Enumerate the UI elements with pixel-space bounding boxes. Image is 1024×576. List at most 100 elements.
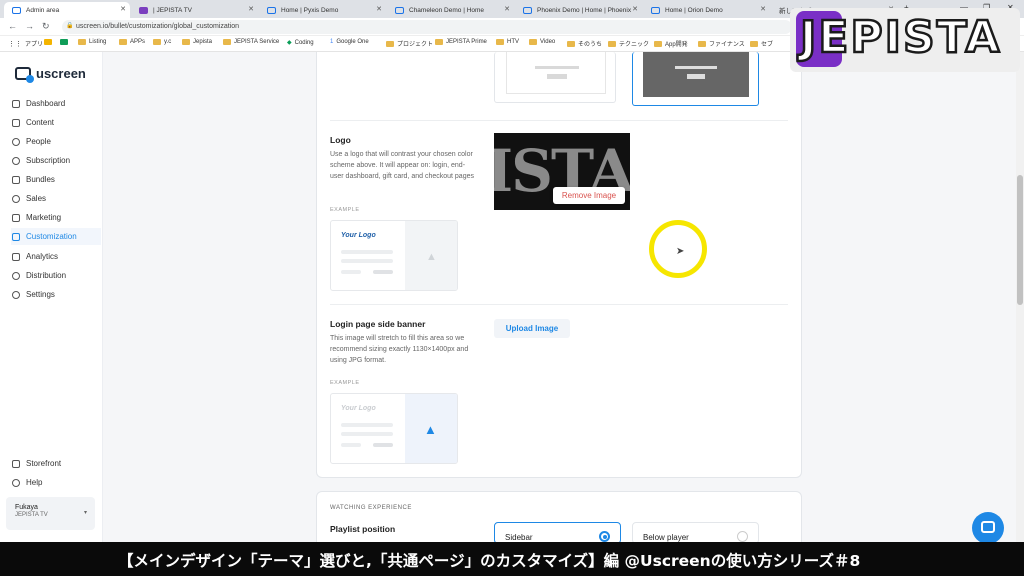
chevron-down-icon: ▾ [83,510,87,516]
preview-line [675,66,717,69]
bookmark-jepista-service[interactable]: JEPISTA Service [223,39,279,45]
theme-option-dark[interactable] [632,52,759,106]
uscreen-logo-icon [15,67,34,83]
sidebar-item-sales[interactable]: Sales [11,190,101,207]
tab-pyxis-demo[interactable]: Home | Pyxis Demo ✕ [259,2,386,18]
tab-orion-demo[interactable]: Home | Orion Demo ✕ [643,2,770,18]
grid-icon [12,99,20,108]
sidebar-item-settings[interactable]: Settings [11,286,101,303]
dollar-icon [12,194,20,203]
reload-icon[interactable]: ↻ [42,21,50,32]
radio-selected-icon[interactable] [599,531,610,542]
example-button [373,270,393,274]
uscreen-favicon-icon [267,6,276,14]
close-icon[interactable]: ✕ [248,5,254,13]
preview-line [535,66,579,69]
preview-button [547,74,567,79]
bookmark-favicon[interactable] [44,39,52,45]
sidebar-item-analytics[interactable]: Analytics [11,248,101,265]
bookmark-finance[interactable]: ファイナンス [698,39,745,48]
url-input[interactable]: 🔒 uscreen.io/bullet/customization/global_… [62,20,792,34]
bookmark-apps[interactable]: APPs [119,39,145,45]
playlist-option-below-player[interactable]: Below player [632,522,759,544]
example-logo-text: Your Logo [341,232,376,239]
folder-icon [608,40,616,47]
forward-arrow-icon[interactable]: → [25,21,34,31]
google-one-icon: 1 [330,39,334,45]
jepista-favicon-icon [139,6,148,14]
close-icon[interactable]: ✕ [504,5,510,13]
tab-phoenix-demo[interactable]: Phoenix Demo | Home | Phoenix ✕ [515,2,642,18]
folder-icon [12,118,20,127]
bookmark-jepista[interactable]: Jepista [182,39,212,45]
bookmark-app-dev[interactable]: App開発 [654,39,688,48]
gear-icon [12,290,20,299]
edit-icon [12,232,20,241]
example-image-area: ▲ [405,394,457,463]
back-arrow-icon[interactable]: ← [8,21,17,31]
theme-preview-light [506,52,606,94]
bookmark-yc[interactable]: y.c [153,39,171,45]
theme-preview-dark [643,52,749,97]
example-logo-text: Your Logo [341,405,376,412]
folder-icon [223,39,231,45]
banner-example-preview: Your Logo ▲ [330,393,458,464]
sidebar-item-subscription[interactable]: Subscription [11,152,101,169]
scrollbar-thumb[interactable] [1017,175,1023,305]
remove-image-button[interactable]: Remove Image [553,187,625,204]
sidebar-item-marketing[interactable]: Marketing [11,209,101,226]
chat-support-button[interactable] [972,512,1004,544]
playlist-option-sidebar[interactable]: Sidebar [494,522,621,544]
apps-bookmark[interactable]: ⋮⋮ アプリ [8,39,43,49]
bookmark-project[interactable]: プロジェクト [386,39,433,48]
folder-icon [78,39,86,45]
bookmark-cebu[interactable]: セブ [750,39,773,48]
sidebar: uscreen Dashboard Content People Subscri… [0,52,103,542]
upload-image-button[interactable]: Upload Image [494,319,570,338]
folder-icon [119,39,127,45]
sidebar-item-customization[interactable]: Customization [11,228,101,245]
sidebar-item-content[interactable]: Content [11,114,101,131]
sidebar-item-dashboard[interactable]: Dashboard [11,95,101,112]
tab-chameleon-demo[interactable]: Chameleon Demo | Home ✕ [387,2,514,18]
playlist-position-title: Playlist position [330,524,396,534]
example-line [341,250,393,254]
sidebar-item-help[interactable]: Help [11,474,101,491]
storefront-icon [12,459,20,468]
tab-jepista-tv[interactable]: | JEPISTA TV ✕ [131,2,258,18]
theme-option-light[interactable] [494,52,616,103]
chart-icon [12,252,20,261]
example-line [341,443,361,447]
folder-icon [698,40,706,47]
account-switcher[interactable]: Fukaya JEPISTA TV ▾ [6,497,95,530]
tab-admin-area[interactable]: Admin area ✕ [4,2,130,18]
bookmark-listing[interactable]: Listing [78,39,106,45]
divider [330,120,788,121]
account-subtitle: JEPISTA TV [15,512,48,518]
sidebar-item-people[interactable]: People [11,133,101,150]
close-icon[interactable]: ✕ [120,5,126,13]
folder-icon [750,40,758,47]
video-caption: 【メインデザイン「テーマ」選びと,「共通ページ」のカスタマイズ】編 @Uscre… [0,542,1024,576]
folder-icon [435,39,443,45]
sidebar-item-distribution[interactable]: Distribution [11,267,101,284]
bookmark-favicon[interactable] [60,39,68,45]
bookmark-jepista-prime[interactable]: JEPISTA Prime [435,39,487,45]
sidebar-item-bundles[interactable]: Bundles [11,171,101,188]
close-icon[interactable]: ✕ [760,5,766,13]
close-icon[interactable]: ✕ [376,5,382,13]
example-line [341,423,393,427]
bookmark-sonouchi[interactable]: そのうち [567,39,602,48]
bookmark-coding[interactable]: ◆ Coding [287,39,314,47]
person-icon [12,137,20,146]
bookmark-video[interactable]: Video [529,39,555,45]
bookmark-technique[interactable]: テクニック [608,39,649,48]
radio-unselected-icon[interactable] [737,531,748,542]
bookmark-htv[interactable]: HTV [496,39,519,45]
bookmark-google-one[interactable]: 1 Google One [330,39,369,45]
share-icon [12,271,20,280]
uscreen-logo[interactable]: uscreen [15,66,86,83]
logo-description: Use a logo that will contrast your chose… [330,151,474,180]
close-icon[interactable]: ✕ [632,5,638,13]
sidebar-item-storefront[interactable]: Storefront [11,455,101,472]
